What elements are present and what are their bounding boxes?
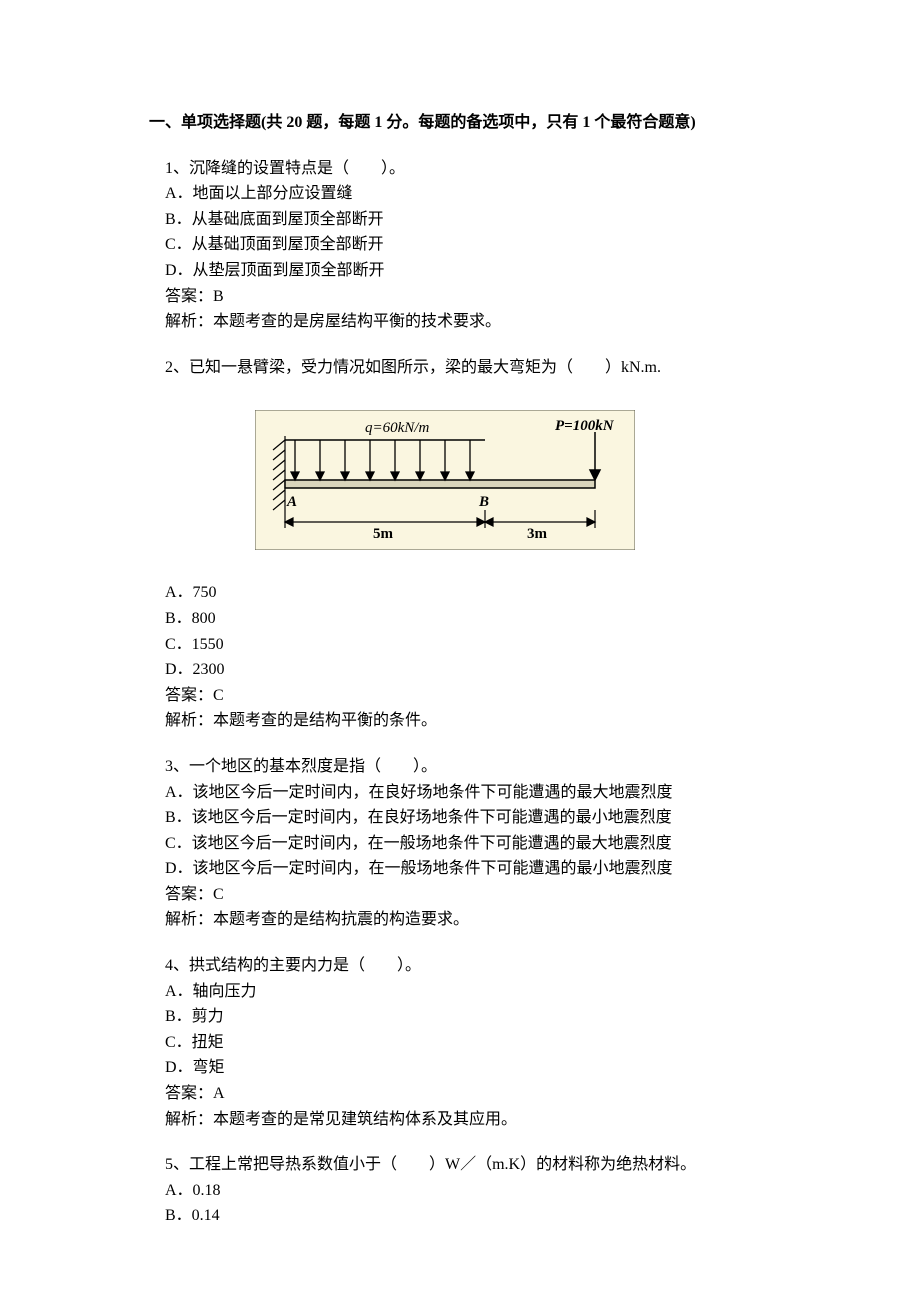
section-title: 一、单项选择题(共 20 题，每题 1 分。每题的备选项中，只有 1 个最符合题… [165,110,770,136]
diagram-label-a: A [286,494,297,510]
q1-answer: 答案：B [165,284,770,310]
q1-option-b: B．从基础底面到屋顶全部断开 [165,207,770,233]
q2-analysis: 解析：本题考查的是结构平衡的条件。 [165,708,770,734]
q2-answer: 答案：C [165,683,770,709]
diagram-label-b: B [478,494,489,510]
q1-analysis: 解析：本题考查的是房屋结构平衡的技术要求。 [165,309,770,335]
q3-option-a: A．该地区今后一定时间内，在良好场地条件下可能遭遇的最大地震烈度 [165,780,770,806]
q4-answer: 答案：A [165,1081,770,1107]
question-5: 5、工程上常把导热系数值小于（ ）W／（m.K）的材料称为绝热材料。 A．0.1… [165,1152,770,1229]
question-2: 2、已知一悬臂梁，受力情况如图所示，梁的最大弯矩为（ ）kN.m. [165,355,770,734]
diagram-label-q: q=60kN/m [365,420,429,436]
q1-option-c: C．从基础顶面到屋顶全部断开 [165,232,770,258]
diagram-span-ab: 5m [373,526,394,542]
diagram-label-p: P=100kN [555,418,615,434]
q4-stem: 4、拱式结构的主要内力是（ ）。 [165,953,770,979]
q1-option-a: A．地面以上部分应设置缝 [165,181,770,207]
q5-stem: 5、工程上常把导热系数值小于（ ）W／（m.K）的材料称为绝热材料。 [165,1152,770,1178]
q4-option-c: C．扭矩 [165,1030,770,1056]
question-1: 1、沉降缝的设置特点是（ ）。 A．地面以上部分应设置缝 B．从基础底面到屋顶全… [165,156,770,335]
q3-option-d: D．该地区今后一定时间内，在一般场地条件下可能遭遇的最小地震烈度 [165,856,770,882]
q2-option-d: D．2300 [165,657,770,683]
question-3: 3、一个地区的基本烈度是指（ ）。 A．该地区今后一定时间内，在良好场地条件下可… [165,754,770,933]
q5-option-a: A．0.18 [165,1178,770,1204]
q1-option-d: D．从垫层顶面到屋顶全部断开 [165,258,770,284]
question-4: 4、拱式结构的主要内力是（ ）。 A．轴向压力 B．剪力 C．扭矩 D．弯矩 答… [165,953,770,1132]
q4-option-b: B．剪力 [165,1004,770,1030]
q4-option-d: D．弯矩 [165,1055,770,1081]
beam-diagram: q=60kN/m P=100kN A B 5m 3m [255,410,770,550]
q3-stem: 3、一个地区的基本烈度是指（ ）。 [165,754,770,780]
diagram-span-be: 3m [527,526,548,542]
q3-answer: 答案：C [165,882,770,908]
q4-analysis: 解析：本题考查的是常见建筑结构体系及其应用。 [165,1107,770,1133]
q2-option-c: C．1550 [165,632,770,658]
q2-option-a: A．750 [165,580,770,606]
q3-option-b: B．该地区今后一定时间内，在良好场地条件下可能遭遇的最小地震烈度 [165,805,770,831]
q2-stem: 2、已知一悬臂梁，受力情况如图所示，梁的最大弯矩为（ ）kN.m. [165,355,770,381]
q1-stem: 1、沉降缝的设置特点是（ ）。 [165,156,770,182]
q4-option-a: A．轴向压力 [165,979,770,1005]
q5-option-b: B．0.14 [165,1203,770,1229]
q3-option-c: C．该地区今后一定时间内，在一般场地条件下可能遭遇的最大地震烈度 [165,831,770,857]
q3-analysis: 解析：本题考查的是结构抗震的构造要求。 [165,907,770,933]
q2-option-b: B．800 [165,606,770,632]
